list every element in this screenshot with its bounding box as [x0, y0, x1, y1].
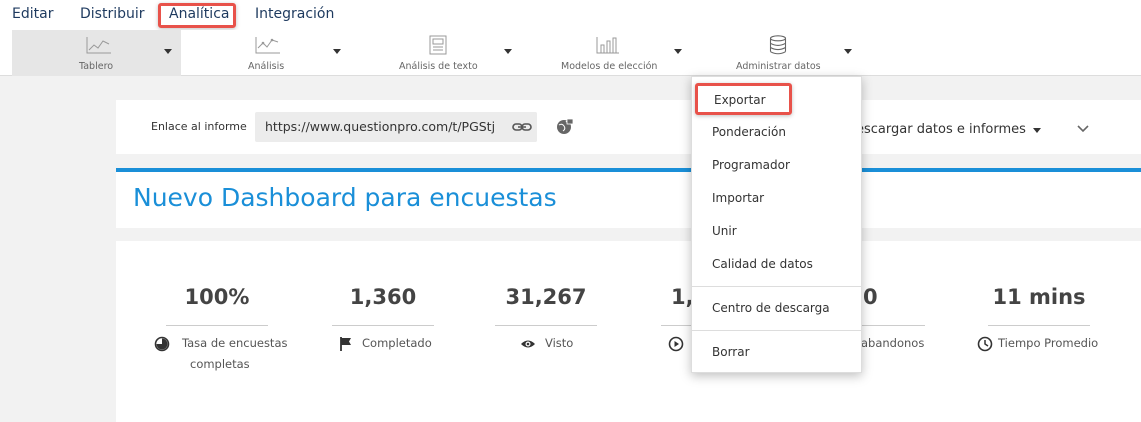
- menu-editar[interactable]: Editar: [12, 6, 53, 22]
- stat-value: 100%: [184, 285, 250, 309]
- chevron-down-icon[interactable]: [1033, 128, 1041, 133]
- download-data-reports[interactable]: escargar datos e informes: [856, 122, 1026, 137]
- stat-value: 11 mins: [992, 285, 1086, 309]
- menu-distribuir[interactable]: Distribuir: [80, 6, 145, 22]
- bar-chart-icon: [596, 37, 619, 54]
- chevron-down-icon[interactable]: [844, 49, 852, 54]
- menu-item-calidad[interactable]: Calidad de datos: [712, 257, 813, 271]
- menu-separator: [692, 330, 861, 331]
- eye-icon: [521, 340, 535, 348]
- toolbar-label-modelos: Modelos de elección: [561, 61, 658, 72]
- menu-item-borrar[interactable]: Borrar: [712, 345, 750, 359]
- stat-label: Completado: [362, 336, 432, 350]
- stat-label: abandonos: [861, 336, 925, 350]
- stat-label: Tasa de encuestas: [182, 336, 288, 350]
- toolbar-item-modelos[interactable]: Modelos de elección: [519, 30, 689, 76]
- chevron-down-icon[interactable]: [504, 49, 512, 54]
- stat-divider: [166, 325, 268, 326]
- toolbar-label-analisis: Análisis: [248, 61, 285, 72]
- dashboard-title-panel: Nuevo Dashboard para encuestas: [116, 172, 1141, 228]
- chevron-down-icon[interactable]: [164, 49, 172, 54]
- export-highlight: [695, 83, 792, 115]
- analytics-toolbar: Tablero Análisis Análisis de texto Model…: [0, 30, 1141, 76]
- toolbar-label-analisis-texto: Análisis de texto: [399, 61, 478, 72]
- toolbar-label-administrar: Administrar datos: [736, 61, 821, 72]
- stat-label: Visto: [545, 336, 574, 350]
- menu-item-importar[interactable]: Importar: [712, 191, 764, 205]
- document-icon: [429, 35, 447, 55]
- link-icon[interactable]: [507, 112, 537, 142]
- toolbar-item-tablero[interactable]: Tablero: [12, 30, 181, 76]
- chevron-down-icon[interactable]: [333, 49, 341, 54]
- report-link-label: Enlace al informe: [151, 120, 247, 133]
- database-icon: [769, 35, 787, 55]
- menu-separator: [692, 286, 861, 287]
- flag-icon: [340, 337, 351, 351]
- menu-item-unir[interactable]: Unir: [712, 224, 737, 238]
- menu-item-centro-descarga[interactable]: Centro de descarga: [712, 301, 830, 315]
- menu-integracion[interactable]: Integración: [255, 6, 334, 22]
- toolbar-item-analisis[interactable]: Análisis: [181, 30, 349, 76]
- clock-icon: [977, 336, 993, 352]
- stat-divider: [332, 325, 434, 326]
- stat-divider: [988, 325, 1090, 326]
- stats-panel: 100% Tasa de encuestas completas 1,360 C…: [116, 241, 1141, 422]
- stat-label: Tiempo Promedio: [998, 336, 1099, 350]
- top-menu: Editar Distribuir Analítica Integración: [0, 0, 1141, 30]
- report-url-field[interactable]: https://www.questionpro.com/t/PGStj: [255, 112, 537, 142]
- toolbar-item-administrar[interactable]: Administrar datos: [689, 30, 861, 76]
- chevron-down-icon[interactable]: [674, 49, 682, 54]
- report-link-panel: Enlace al informe https://www.questionpr…: [116, 100, 1141, 154]
- stat-value: 1,360: [349, 285, 417, 309]
- menu-item-programador[interactable]: Programador: [712, 158, 790, 172]
- dashboard-title: Nuevo Dashboard para encuestas: [133, 183, 557, 212]
- menu-highlight: [158, 3, 236, 28]
- globe-lock-icon[interactable]: [556, 118, 574, 136]
- stat-divider: [495, 325, 597, 326]
- stat-value: 0: [863, 285, 878, 309]
- toolbar-item-analisis-texto[interactable]: Análisis de texto: [349, 30, 519, 76]
- stat-value: 31,267: [505, 285, 587, 309]
- menu-item-ponderacion[interactable]: Ponderación: [712, 125, 786, 139]
- line-chart-icon: [86, 37, 111, 54]
- toolbar-label-tablero: Tablero: [79, 61, 114, 72]
- manage-data-dropdown: Exportar Ponderación Programador Importa…: [691, 76, 862, 373]
- play-icon: [668, 336, 684, 352]
- pie-icon: [154, 336, 170, 352]
- report-url-text: https://www.questionpro.com/t/PGStj: [265, 119, 496, 134]
- stat-label-2: completas: [190, 357, 250, 371]
- trend-chart-icon: [255, 37, 280, 54]
- collapse-chevron-icon[interactable]: [1076, 124, 1090, 134]
